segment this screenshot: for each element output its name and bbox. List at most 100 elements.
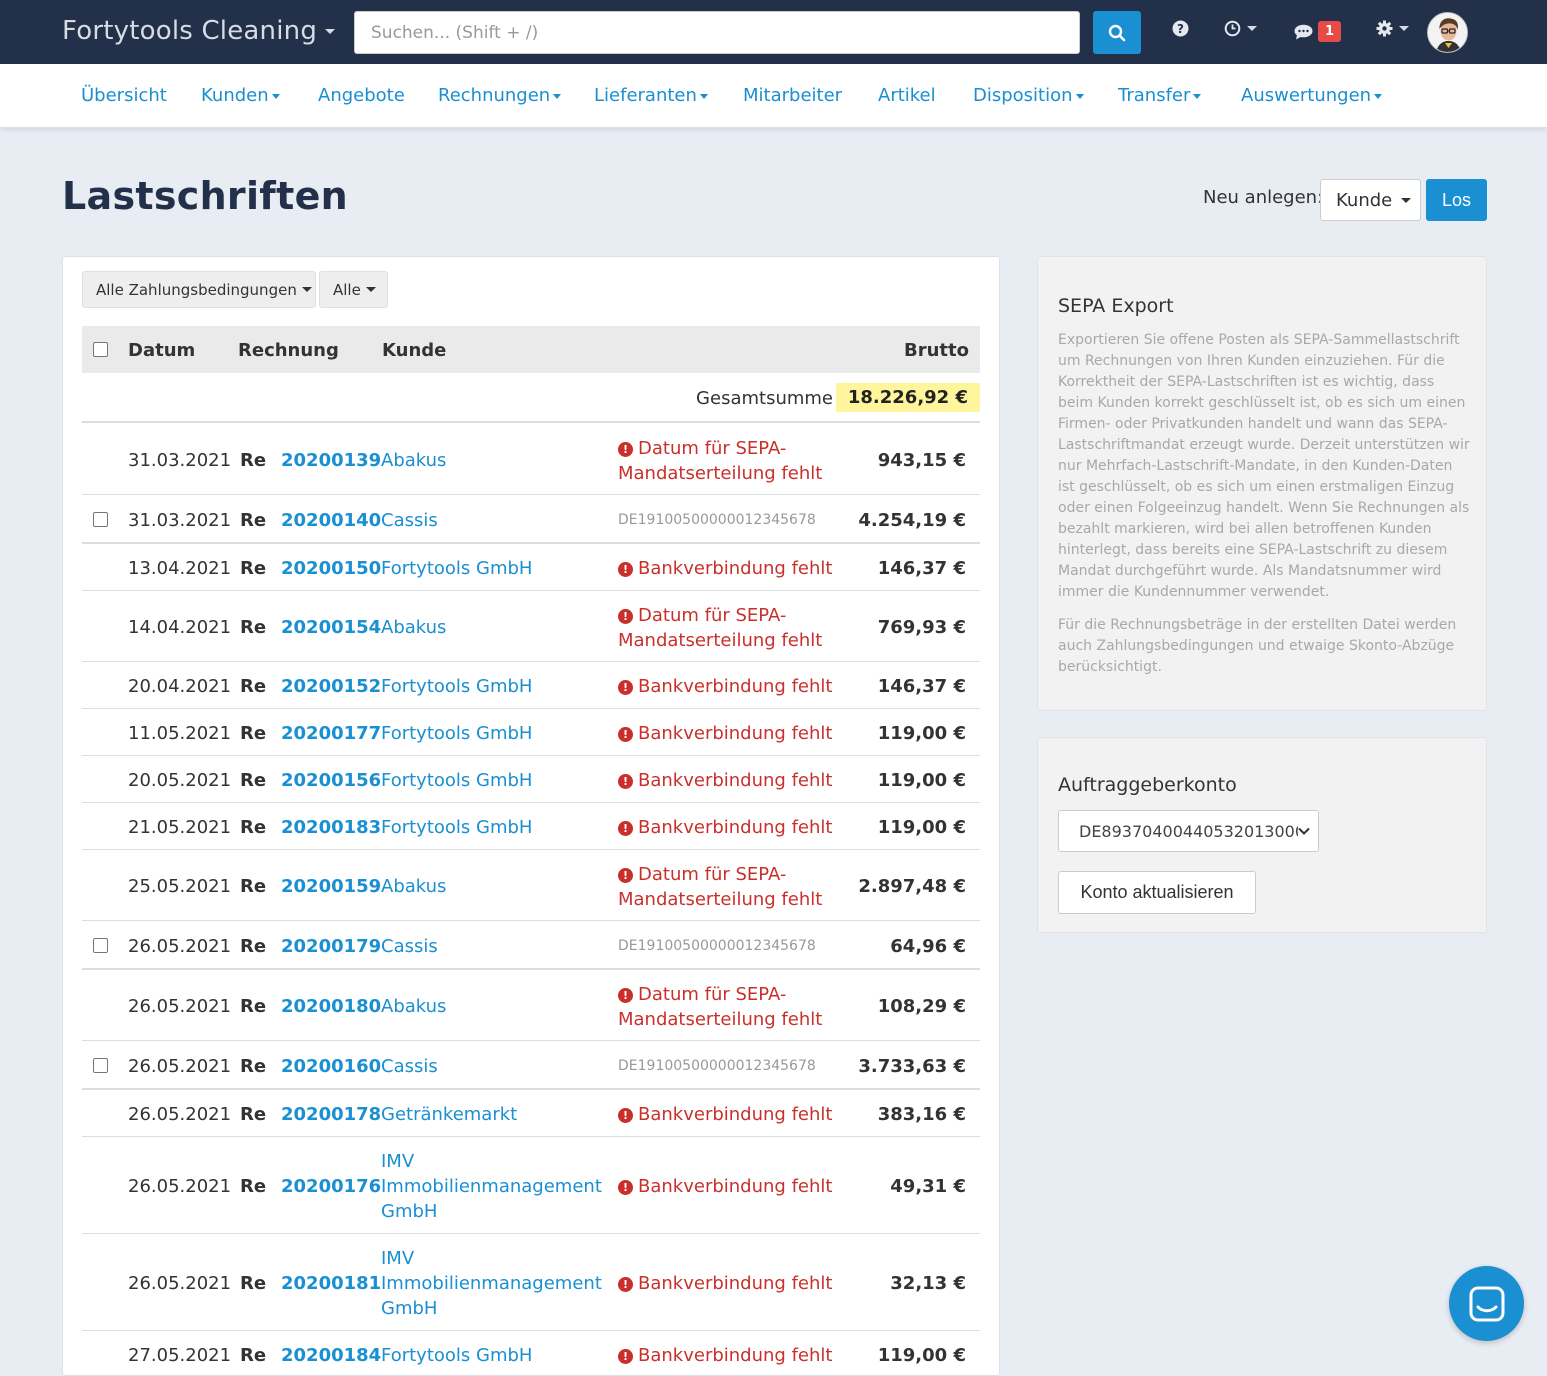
row-invoice-link[interactable]: 20200160 [281,1054,381,1079]
table-row[interactable]: 20.04.2021 Re 20200152 Fortytools GmbH! Bank… [82,663,980,709]
table-row[interactable]: 26.05.2021 Re 20200180 Abakus! Datum für SEP… [82,971,980,1041]
search-input[interactable] [354,11,1080,54]
table-row[interactable]: 21.05.2021 Re 20200183 Fortytools GmbH! Bank… [82,804,980,850]
row-checkbox[interactable] [93,512,108,527]
select-all-checkbox[interactable] [93,342,108,357]
row-invoice-link[interactable]: 20200139 [281,448,381,473]
row-customer-link[interactable]: IMV Immobilienmanagement GmbH [381,1246,602,1321]
table-row[interactable]: 20.05.2021 Re 20200156 Fortytools GmbH! Bank… [82,757,980,803]
row-customer-link[interactable]: Fortytools GmbH [381,1343,596,1368]
table-row[interactable]: 11.05.2021 Re 20200177 Fortytools GmbH! Bank… [82,710,980,756]
nav-artikel[interactable]: Artikel [878,85,936,106]
column-date[interactable]: Datum [128,340,195,361]
row-gross-amount: 49,31 € [890,1176,966,1197]
scope-filter[interactable]: Alle [319,271,388,308]
row-gross-amount: 3.733,63 € [858,1056,966,1077]
row-checkbox[interactable] [93,938,108,953]
row-customer-link[interactable]: Getränkemarkt [381,1102,596,1127]
chevron-down-icon [553,93,562,99]
row-invoice-link[interactable]: 20200183 [281,815,381,840]
search-button[interactable] [1093,11,1141,54]
nav-mitarbeiter[interactable]: Mitarbeiter [743,85,842,106]
new-entity-label: Neu anlegen: [1203,187,1324,208]
nav-kunden[interactable]: Kunden [201,85,280,106]
row-status-error: ! Bankverbindung fehlt [618,1102,838,1127]
nav-uebersicht[interactable]: Übersicht [81,85,167,106]
messages-button[interactable]: 1 [1294,21,1342,42]
row-invoice-link[interactable]: 20200176 [281,1174,381,1199]
nav-rechnungen[interactable]: Rechnungen [438,85,562,106]
update-account-button[interactable]: Konto aktualisieren [1058,871,1256,914]
table-row[interactable]: 26.05.2021 Re 20200181 IMV Immobilienmanage… [82,1235,980,1331]
row-invoice-link[interactable]: 20200177 [281,721,381,746]
row-customer-link[interactable]: Cassis [381,508,596,533]
help-button[interactable]: ? [1172,20,1189,37]
row-status-error: ! Bankverbindung fehlt [618,1271,838,1296]
table-row[interactable]: 26.05.2021 Re 20200160 Cassis DE191005000000… [82,1042,980,1090]
chevron-down-icon [1401,197,1412,203]
nav-auswertungen[interactable]: Auswertungen [1241,85,1383,106]
nav-transfer[interactable]: Transfer [1118,85,1202,106]
row-invoice-link[interactable]: 20200159 [281,874,381,899]
settings-menu[interactable] [1376,20,1409,37]
column-invoice[interactable]: Rechnung [238,340,339,361]
nav-disposition[interactable]: Disposition [973,85,1084,106]
row-status-text: Bankverbindung fehlt [638,723,833,744]
row-invoice-link[interactable]: 20200179 [281,934,381,959]
row-invoice-link[interactable]: 20200180 [281,994,381,1019]
row-customer-link[interactable]: Fortytools GmbH [381,674,596,699]
row-customer-link[interactable]: Fortytools GmbH [381,556,596,581]
row-invoice-link[interactable]: 20200140 [281,508,381,533]
row-status-error: ! Datum für SEPA-Mandatserteilung fehlt [618,603,838,653]
table-row[interactable]: 14.04.2021 Re 20200154 Abakus! Datum für SEP… [82,592,980,662]
go-button[interactable]: Los [1426,179,1487,221]
row-customer-link[interactable]: Abakus [381,994,596,1019]
row-invoice-link[interactable]: 20200156 [281,768,381,793]
column-customer[interactable]: Kunde [382,340,446,361]
account-select[interactable]: DE89370400440532013000 [1058,810,1319,852]
table-row[interactable]: 26.05.2021 Re 20200179 Cassis DE191005000000… [82,922,980,970]
row-customer-link[interactable]: Cassis [381,934,596,959]
table-row[interactable]: 27.05.2021 Re 20200184 Fortytools GmbH! Bank… [82,1332,980,1375]
table-row[interactable]: 13.04.2021 Re 20200150 Fortytools GmbH! Bank… [82,545,980,591]
row-invoice-prefix: Re [240,770,267,791]
row-invoice-prefix: Re [240,450,267,471]
row-gross-amount: 108,29 € [877,996,966,1017]
table-row[interactable]: 31.03.2021 Re 20200139 Abakus! Datum für SEP… [82,425,980,495]
row-checkbox[interactable] [93,1058,108,1073]
nav-angebote[interactable]: Angebote [318,85,405,106]
row-invoice-link[interactable]: 20200152 [281,674,381,699]
total-value: 18.226,92 € [835,383,980,412]
row-customer-link[interactable]: Fortytools GmbH [381,815,596,840]
column-gross[interactable]: Brutto [904,340,969,361]
brand-menu[interactable]: Fortytools Cleaning [62,16,336,46]
row-status-error: ! Datum für SEPA-Mandatserteilung fehlt [618,436,838,486]
row-status-text: Bankverbindung fehlt [638,1345,833,1366]
row-customer-link[interactable]: Fortytools GmbH [381,721,596,746]
row-customer-link[interactable]: Abakus [381,874,596,899]
table-row[interactable]: 26.05.2021 Re 20200178 Getränkemarkt! Bankve… [82,1091,980,1137]
payment-terms-filter[interactable]: Alle Zahlungsbedingungen [82,271,316,308]
row-invoice-link[interactable]: 20200150 [281,556,381,581]
chat-launcher-button[interactable] [1449,1266,1524,1341]
user-avatar[interactable] [1427,12,1468,53]
row-customer-link[interactable]: Abakus [381,448,596,473]
row-customer-link[interactable]: IMV Immobilienmanagement GmbH [381,1149,602,1224]
row-date: 26.05.2021 [128,1176,232,1197]
row-gross-amount: 2.897,48 € [858,876,966,897]
time-tracking-menu[interactable] [1224,20,1257,37]
row-invoice-link[interactable]: 20200184 [281,1343,381,1368]
table-row[interactable]: 26.05.2021 Re 20200176 IMV Immobilienmanage… [82,1138,980,1234]
row-customer-link[interactable]: Abakus [381,615,596,640]
row-status-error: ! Bankverbindung fehlt [618,1174,838,1199]
chevron-down-icon [1298,825,1310,837]
nav-lieferanten[interactable]: Lieferanten [594,85,708,106]
new-entity-select[interactable]: Kunde [1320,179,1421,221]
row-invoice-link[interactable]: 20200181 [281,1271,381,1296]
table-row[interactable]: 25.05.2021 Re 20200159 Abakus! Datum für SEP… [82,851,980,921]
row-customer-link[interactable]: Cassis [381,1054,596,1079]
row-customer-link[interactable]: Fortytools GmbH [381,768,596,793]
row-invoice-link[interactable]: 20200178 [281,1102,381,1127]
table-row[interactable]: 31.03.2021 Re 20200140 Cassis DE191005000000… [82,496,980,544]
row-invoice-link[interactable]: 20200154 [281,615,381,640]
